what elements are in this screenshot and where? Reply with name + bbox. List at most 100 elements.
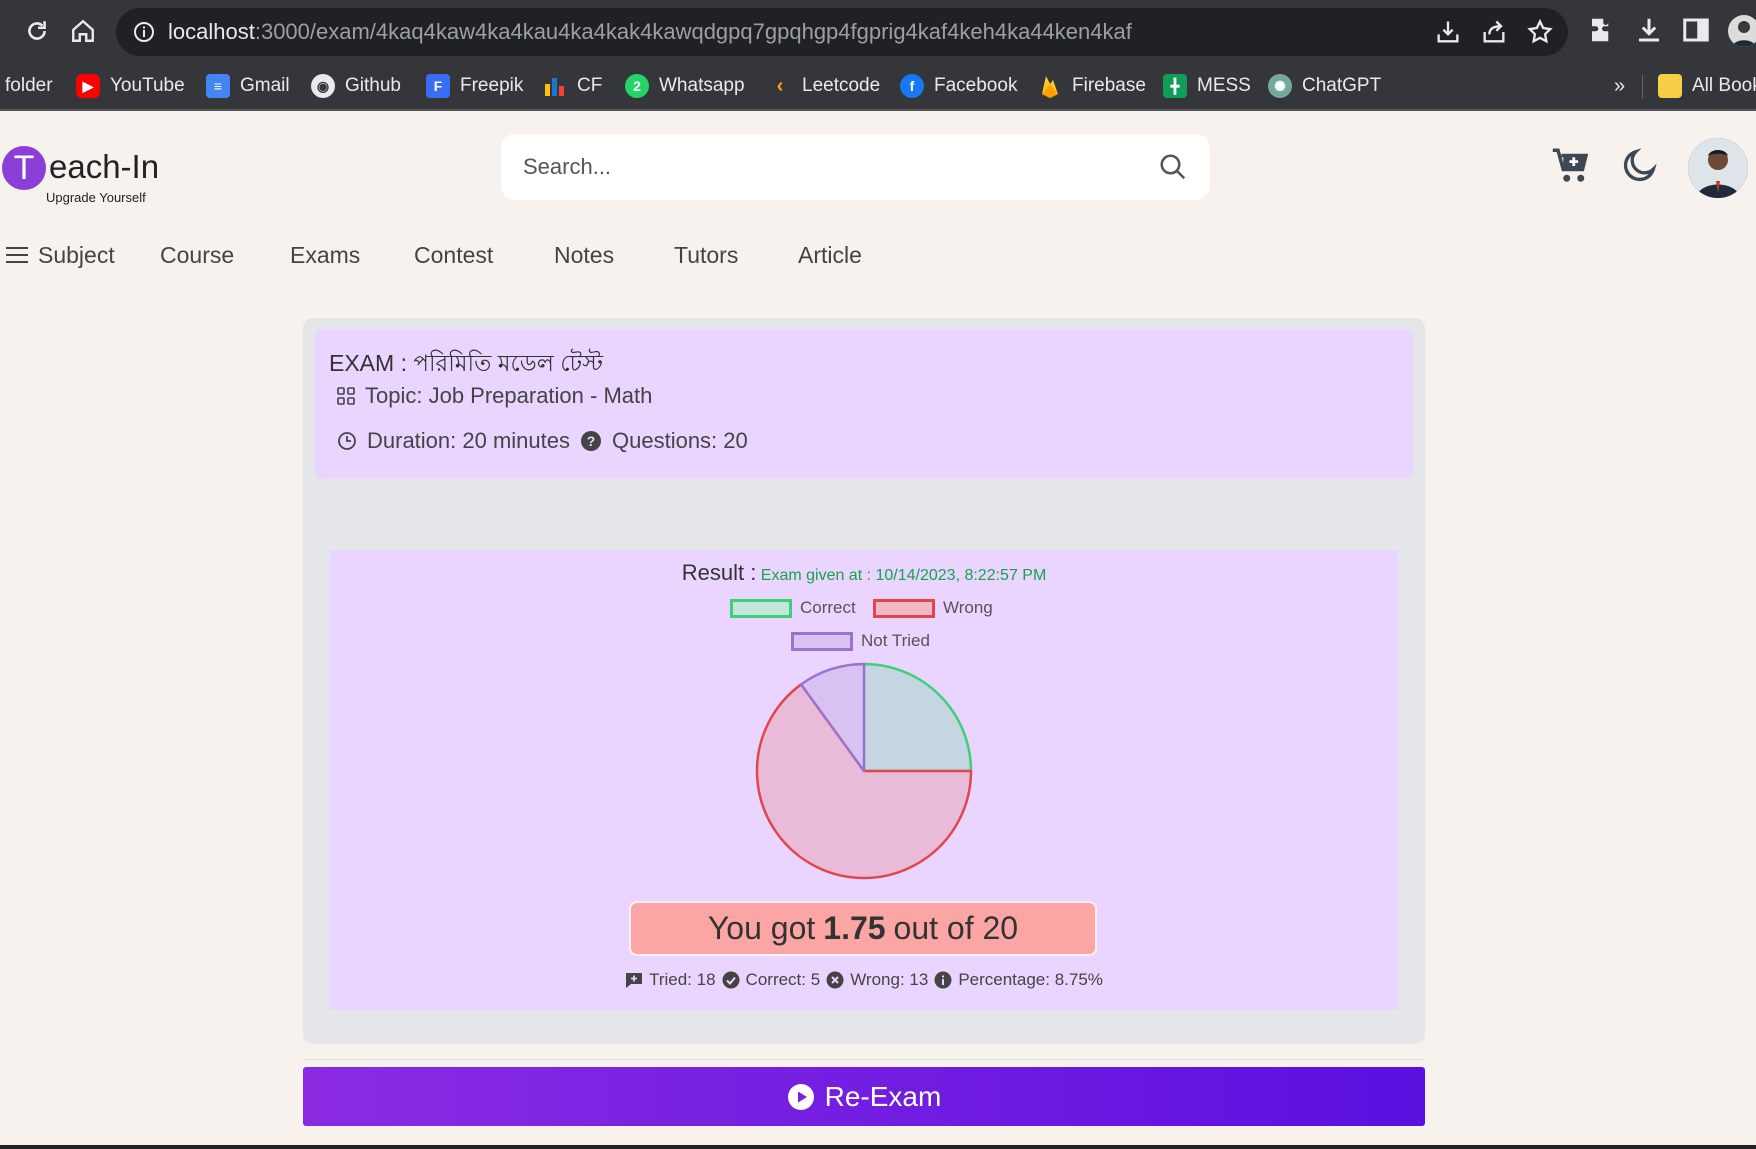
exam-topic: Topic: Job Preparation - Math <box>337 383 652 409</box>
questions-text: Questions: 20 <box>612 428 748 453</box>
bookmark-chatgpt[interactable]: ✺ ChatGPT <box>1268 71 1381 101</box>
leetcode-icon: ‹ <box>776 74 784 97</box>
profile-avatar-icon[interactable] <box>1728 15 1756 47</box>
search-icon[interactable] <box>1158 152 1188 182</box>
bookmark-label: MESS <box>1197 75 1251 96</box>
search-input[interactable] <box>523 150 1123 184</box>
folder-icon <box>1658 74 1682 98</box>
bookmark-whatsapp[interactable]: 2 Whatsapp <box>625 71 745 101</box>
nav-subject[interactable]: Subject <box>6 238 115 272</box>
question-circle-icon: ? <box>581 431 601 451</box>
nav-label: Course <box>160 241 235 268</box>
bookmark-label: Leetcode <box>802 75 881 96</box>
tried-icon <box>626 973 643 988</box>
legend-label: Not Tried <box>861 631 930 650</box>
search-box <box>501 134 1210 200</box>
result-header: Result : Exam given at : 10/14/2023, 8:2… <box>330 560 1398 586</box>
install-app-icon[interactable] <box>1434 18 1462 46</box>
bookmark-github[interactable]: ◉ Github <box>311 71 401 101</box>
side-panel-icon[interactable] <box>1681 15 1713 47</box>
nav-label: Exams <box>290 241 361 268</box>
bookmark-label: CF <box>577 75 603 96</box>
duration-text: Duration: 20 minutes <box>367 428 570 453</box>
nav-contest[interactable]: Contest <box>414 238 493 272</box>
all-bookmarks[interactable]: All Book <box>1658 71 1756 101</box>
bookmarks-bar: folder ▶ YouTube ≡ Gmail ◉ Github F Free… <box>0 63 1756 111</box>
more-bookmarks-button[interactable]: » <box>1614 71 1625 101</box>
menu-icon <box>6 247 28 263</box>
bookmark-mess[interactable]: ╋ MESS <box>1163 71 1251 101</box>
legend-not-tried[interactable]: Not Tried <box>791 631 930 651</box>
url-path: :3000/exam/4kaq4kaw4ka4kau4ka4kak4kawqdg… <box>254 19 1132 44</box>
bookmark-youtube[interactable]: ▶ YouTube <box>76 71 185 101</box>
extensions-icon[interactable] <box>1587 15 1619 47</box>
legend-label: Wrong <box>943 598 993 617</box>
logo-tagline: Upgrade Yourself <box>46 190 146 205</box>
whatsapp-icon: 2 <box>625 74 649 98</box>
home-icon[interactable] <box>64 12 102 50</box>
bookmark-gmail[interactable]: ≡ Gmail <box>206 71 290 101</box>
freepik-icon: F <box>426 74 450 98</box>
nav-notes[interactable]: Notes <box>554 238 614 272</box>
bookmark-label: ChatGPT <box>1302 75 1382 96</box>
logo-text: each-In <box>49 148 160 185</box>
url-host: localhost <box>168 19 255 44</box>
bookmark-cf[interactable]: CF <box>543 71 602 101</box>
bookmark-label: Whatsapp <box>659 75 745 96</box>
more-bookmarks-label: » <box>1614 74 1626 97</box>
x-circle-icon <box>826 971 844 989</box>
sheets-icon: ╋ <box>1163 74 1187 98</box>
topic-text: Topic: Job Preparation - Math <box>365 383 653 408</box>
wrong-text: Wrong: 13 <box>850 970 929 989</box>
check-circle-icon <box>722 971 740 989</box>
bottom-edge <box>0 1145 1756 1149</box>
legend-swatch <box>791 631 853 651</box>
bookmark-firebase[interactable]: Firebase <box>1038 71 1146 101</box>
legend-label: Correct <box>800 598 856 617</box>
result-stats: Tried: 18 Correct: 5 Wrong: 13 Percentag… <box>330 970 1398 990</box>
info-circle-icon <box>934 971 952 989</box>
score-banner: You got 1.75 out of 20 <box>629 901 1097 956</box>
all-bookmarks-label: All Book <box>1692 75 1756 96</box>
bookmark-freepik[interactable]: F Freepik <box>426 71 523 101</box>
nav-label: Article <box>798 241 862 268</box>
re-exam-button[interactable]: Re-Exam <box>303 1067 1425 1126</box>
cart-icon[interactable] <box>1551 145 1593 187</box>
result-label: Result : <box>681 560 757 585</box>
bookmark-label: Firebase <box>1072 75 1146 96</box>
nav-tutors[interactable]: Tutors <box>674 238 738 272</box>
bookmark-label: Freepik <box>460 75 524 96</box>
nav-course[interactable]: Course <box>160 238 234 272</box>
site-info-icon[interactable] <box>132 20 156 44</box>
bookmark-leetcode[interactable]: ‹ Leetcode <box>768 71 881 101</box>
legend-wrong[interactable]: Wrong <box>873 598 993 618</box>
codeforces-icon <box>543 74 567 98</box>
user-avatar[interactable] <box>1688 138 1748 198</box>
legend-correct[interactable]: Correct <box>730 598 856 618</box>
result-panel: Result : Exam given at : 10/14/2023, 8:2… <box>330 550 1398 1010</box>
result-pie-chart <box>755 662 973 880</box>
share-icon[interactable] <box>1480 18 1508 46</box>
chatgpt-icon: ✺ <box>1268 74 1292 98</box>
exam-meta: Duration: 20 minutes ? Questions: 20 <box>337 428 748 454</box>
firebase-icon <box>1038 74 1062 98</box>
divider <box>303 1059 1425 1060</box>
bookmark-folder[interactable]: folder <box>5 71 53 101</box>
url-text[interactable]: localhost:3000/exam/4kaq4kaw4ka4kau4ka4k… <box>168 19 1132 45</box>
re-exam-label: Re-Exam <box>824 1080 942 1112</box>
bookmark-facebook[interactable]: f Facebook <box>900 71 1017 101</box>
nav-label: Notes <box>554 241 615 268</box>
tried-text: Tried: 18 <box>649 970 716 989</box>
dark-mode-icon[interactable] <box>1620 145 1662 187</box>
reload-icon[interactable] <box>18 12 56 50</box>
exam-info-panel: EXAM : পরিমিতি মডেল টেস্ট Topic: Job Pre… <box>315 329 1413 479</box>
bookmarks-divider <box>1642 75 1643 99</box>
pie-slice-correct[interactable] <box>862 662 973 773</box>
nav-exams[interactable]: Exams <box>290 238 360 272</box>
address-bar[interactable]: localhost:3000/exam/4kaq4kaw4ka4kau4ka4k… <box>116 8 1568 56</box>
bookmark-label: folder <box>5 75 53 96</box>
bookmark-star-icon[interactable] <box>1526 18 1554 46</box>
github-icon: ◉ <box>311 74 335 98</box>
downloads-icon[interactable] <box>1634 15 1666 47</box>
nav-article[interactable]: Article <box>798 238 862 272</box>
